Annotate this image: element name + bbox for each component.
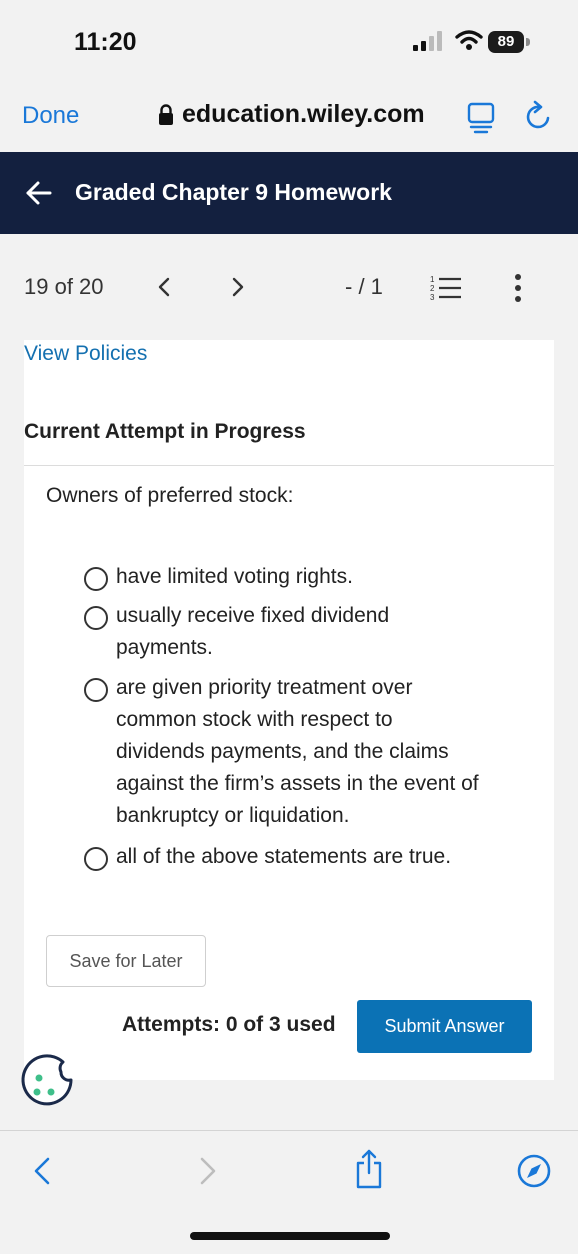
- address-bar[interactable]: education.wiley.com: [158, 100, 425, 129]
- more-vertical-icon[interactable]: [508, 272, 528, 304]
- compass-icon[interactable]: [516, 1153, 552, 1189]
- cookie-icon[interactable]: [17, 1052, 77, 1112]
- status-time: 11:20: [74, 28, 137, 56]
- answer-option[interactable]: have limited voting rights.: [84, 561, 486, 593]
- battery-level: 89: [488, 31, 524, 53]
- svg-text:2: 2: [430, 284, 435, 293]
- question-position: 19 of 20: [24, 274, 104, 299]
- browser-bar: Done education.wiley.com: [0, 80, 578, 152]
- bottom-toolbar: [0, 1130, 578, 1254]
- question-score: - / 1: [345, 274, 383, 299]
- submit-answer-button[interactable]: Submit Answer: [357, 1000, 532, 1053]
- url-text: education.wiley.com: [182, 100, 425, 128]
- back-arrow-icon[interactable]: [24, 179, 54, 207]
- chevron-left-icon[interactable]: [154, 276, 174, 298]
- answer-option-label: are given priority treatment over common…: [116, 676, 479, 827]
- done-button[interactable]: Done: [22, 102, 79, 130]
- answer-option[interactable]: usually receive fixed dividend payments.: [84, 600, 436, 664]
- back-icon[interactable]: [30, 1155, 54, 1187]
- answer-option[interactable]: all of the above statements are true.: [84, 841, 486, 873]
- save-for-later-button[interactable]: Save for Later: [46, 935, 206, 987]
- lock-icon: [159, 103, 173, 125]
- question-text: Owners of preferred stock:: [46, 484, 294, 507]
- answer-option-label: all of the above statements are true.: [116, 845, 452, 868]
- signal-icon: [413, 31, 442, 51]
- question-nav: 19 of 20 - / 1 1 2 3: [0, 234, 578, 340]
- answer-option[interactable]: are given priority treatment over common…: [84, 672, 486, 832]
- reload-icon[interactable]: [524, 100, 554, 132]
- svg-text:3: 3: [430, 293, 435, 302]
- numbered-list-icon[interactable]: 1 2 3: [430, 274, 462, 302]
- answer-option-label: have limited voting rights.: [116, 565, 353, 588]
- app-header: Graded Chapter 9 Homework: [0, 152, 578, 234]
- radio-button[interactable]: [84, 567, 108, 591]
- answer-option-label: usually receive fixed dividend payments.: [116, 604, 390, 659]
- attempts-counter: Attempts: 0 of 3 used: [122, 1013, 336, 1036]
- share-icon[interactable]: [354, 1149, 384, 1189]
- home-indicator: [190, 1232, 390, 1240]
- view-policies-link[interactable]: View Policies: [24, 342, 147, 366]
- page-title: Graded Chapter 9 Homework: [75, 179, 392, 205]
- radio-button[interactable]: [84, 606, 108, 630]
- chevron-right-icon[interactable]: [228, 276, 248, 298]
- status-bar: 11:20 89: [0, 0, 578, 80]
- reader-icon[interactable]: [467, 102, 495, 134]
- radio-button[interactable]: [84, 678, 108, 702]
- wifi-icon: [455, 30, 483, 50]
- forward-icon: [200, 1157, 216, 1185]
- svg-text:1: 1: [430, 275, 435, 284]
- battery-icon: 89: [488, 31, 532, 53]
- divider: [24, 465, 554, 466]
- radio-button[interactable]: [84, 847, 108, 871]
- attempt-heading: Current Attempt in Progress: [24, 420, 306, 443]
